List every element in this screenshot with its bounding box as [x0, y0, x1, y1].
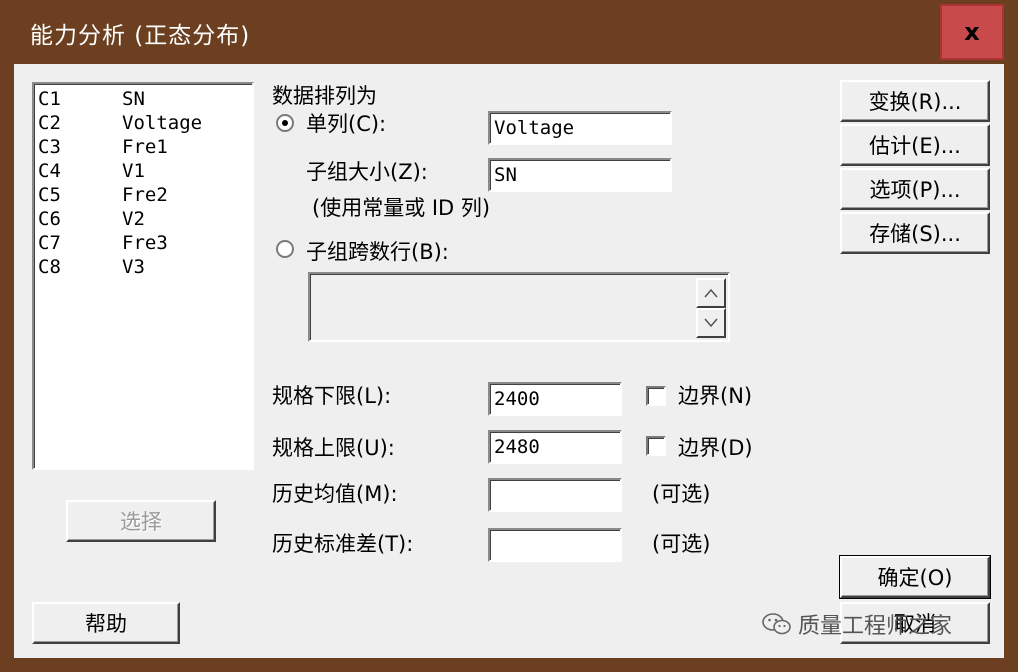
- across-rows-textarea[interactable]: [308, 272, 730, 342]
- chevron-up-icon: [704, 288, 718, 298]
- column-name: V3: [122, 256, 145, 278]
- title-bar: 能力分析 (正态分布) x: [0, 0, 1018, 64]
- column-id: C7: [38, 232, 61, 254]
- across-rows-radio[interactable]: [276, 240, 294, 258]
- window-frame-left: [0, 64, 14, 672]
- column-id: C8: [38, 256, 61, 278]
- single-column-input[interactable]: [488, 111, 672, 145]
- historical-mean-label: 历史均值(M):: [272, 482, 398, 506]
- historical-mean-input[interactable]: [488, 478, 622, 512]
- lower-spec-input[interactable]: [488, 382, 622, 416]
- single-column-radio[interactable]: [276, 114, 294, 132]
- transform-button[interactable]: 变换(R)...: [840, 80, 990, 122]
- column-id: C4: [38, 160, 61, 182]
- column-id: C5: [38, 184, 61, 206]
- column-id: C6: [38, 208, 61, 230]
- window-title: 能力分析 (正态分布): [30, 23, 251, 49]
- storage-button[interactable]: 存储(S)...: [840, 212, 990, 254]
- lower-bound-label: 边界(N): [678, 384, 753, 408]
- options-button[interactable]: 选项(P)...: [840, 168, 990, 210]
- column-id: C1: [38, 88, 61, 110]
- upper-bound-checkbox[interactable]: [646, 436, 666, 456]
- single-column-label: 单列(C):: [306, 112, 387, 136]
- help-button[interactable]: 帮助: [32, 602, 180, 644]
- close-button[interactable]: x: [940, 4, 1004, 60]
- select-button[interactable]: 选择: [66, 500, 216, 542]
- data-arrangement-heading: 数据排列为: [272, 84, 377, 108]
- window-frame-bottom: [0, 658, 1018, 672]
- estimate-button[interactable]: 估计(E)...: [840, 124, 990, 166]
- wechat-icon: [762, 613, 791, 635]
- close-icon: x: [964, 18, 980, 46]
- chevron-down-icon: [704, 318, 718, 328]
- subgroup-size-label: 子组大小(Z):: [306, 160, 428, 184]
- column-name: Fre2: [122, 184, 168, 206]
- window-frame-right: [1004, 64, 1018, 672]
- lower-spec-label: 规格下限(L):: [272, 384, 392, 408]
- upper-spec-label: 规格上限(U):: [272, 436, 395, 460]
- historical-stdev-label: 历史标准差(T):: [272, 532, 414, 556]
- column-id: C2: [38, 112, 61, 134]
- column-name: SN: [122, 88, 145, 110]
- column-list[interactable]: C1 SN C2 Voltage C3 Fre1 C4 V1 C5 Fre2 C6 V2 C…: [32, 82, 254, 470]
- column-name: Fre1: [122, 136, 168, 158]
- column-name: V2: [122, 208, 145, 230]
- scroll-down-button[interactable]: [696, 308, 726, 338]
- ok-button[interactable]: 确定(O): [839, 555, 991, 599]
- column-id: C3: [38, 136, 61, 158]
- upper-spec-input[interactable]: [488, 430, 622, 464]
- across-rows-label: 子组跨数行(B):: [306, 240, 449, 264]
- historical-mean-optional: (可选): [652, 482, 711, 506]
- scroll-up-button[interactable]: [696, 278, 726, 308]
- upper-bound-label: 边界(D): [678, 436, 753, 460]
- lower-bound-checkbox[interactable]: [646, 386, 666, 406]
- subgroup-size-hint: (使用常量或 ID 列): [312, 196, 491, 220]
- column-name: Voltage: [122, 112, 203, 134]
- historical-stdev-optional: (可选): [652, 532, 711, 556]
- column-name: V1: [122, 160, 145, 182]
- watermark-text: 质量工程师之家: [798, 614, 953, 639]
- watermark: 质量工程师之家: [762, 608, 952, 640]
- subgroup-size-input[interactable]: [488, 158, 672, 192]
- column-name: Fre3: [122, 232, 168, 254]
- historical-stdev-input[interactable]: [488, 528, 622, 562]
